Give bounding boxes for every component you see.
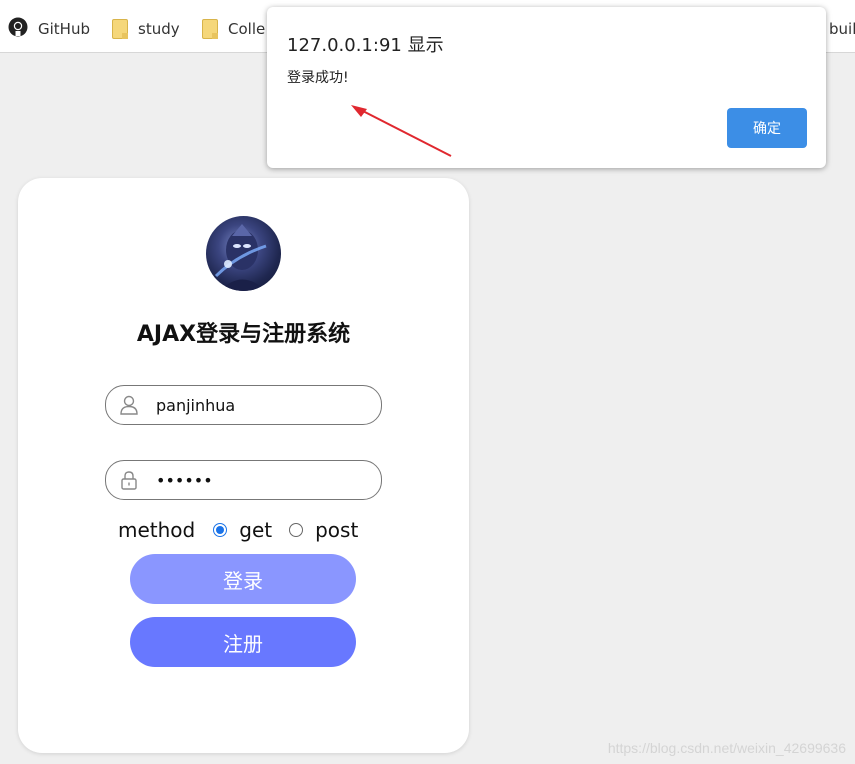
avatar (206, 216, 281, 291)
github-icon (8, 17, 28, 41)
user-icon (120, 395, 138, 415)
username-input[interactable] (156, 392, 366, 418)
bookmark-colle[interactable]: Colle (202, 16, 265, 42)
bookmark-label: buil (829, 20, 855, 38)
bookmark-study[interactable]: study (112, 16, 180, 42)
method-selector: method get post (118, 515, 358, 545)
register-button[interactable]: 注册 (130, 617, 356, 667)
post-label: post (315, 518, 359, 542)
post-radio[interactable] (289, 523, 304, 537)
bookmark-label: study (138, 20, 180, 38)
get-label: get (239, 518, 273, 542)
bookmark-github[interactable]: GitHub (8, 16, 90, 42)
bookmark-label: GitHub (38, 20, 90, 38)
folder-icon (112, 19, 128, 39)
bookmark-label: Colle (228, 20, 266, 38)
lock-icon (121, 471, 137, 490)
watermark: https://blog.csdn.net/weixin_42699636 (607, 740, 846, 756)
login-button[interactable]: 登录 (130, 554, 356, 604)
dialog-message: 登录成功! (287, 70, 349, 86)
dialog-title: 127.0.0.1:91 显示 (287, 35, 444, 56)
ok-button[interactable]: 确定 (727, 108, 807, 148)
annotation-arrow-icon (351, 105, 452, 157)
method-label: method (118, 518, 196, 542)
folder-icon (202, 19, 218, 39)
username-field[interactable] (105, 385, 382, 425)
get-radio[interactable] (213, 523, 228, 537)
login-card: AJAX登录与注册系统 method get post 登录 注册 (18, 178, 469, 753)
bookmark-buil[interactable]: buil (829, 16, 855, 42)
password-field[interactable] (105, 460, 382, 500)
page-title: AJAX登录与注册系统 (136, 322, 351, 347)
password-input[interactable] (156, 467, 366, 493)
